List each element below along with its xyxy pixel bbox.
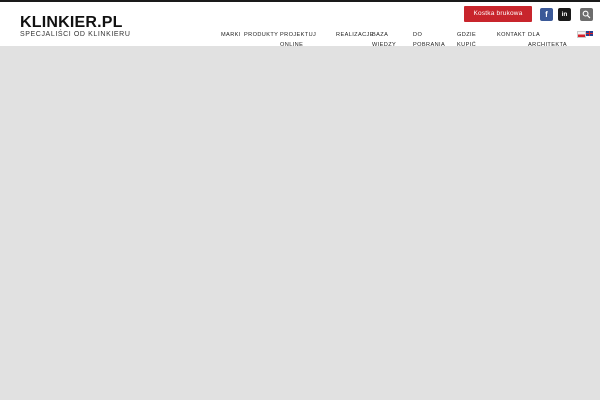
site-logo[interactable]: KLINKIER.PL: [20, 15, 123, 31]
poland-flag-icon[interactable]: [577, 31, 586, 38]
kostka-brukowa-button[interactable]: Kostka brukowa: [464, 6, 532, 22]
nav-item-marki[interactable]: Marki: [221, 30, 241, 40]
site-header: KLINKIER.PL SPECJALIŚCI OD KLINKIERU Kos…: [0, 2, 600, 48]
site-tagline: SPECJALIŚCI OD KLINKIERU: [20, 31, 131, 38]
facebook-icon[interactable]: f: [540, 8, 553, 21]
search-icon[interactable]: [580, 8, 593, 21]
main-content-area: [0, 46, 600, 400]
nav-item-produkty[interactable]: Produkty: [244, 30, 278, 40]
nav-item-kontakt[interactable]: Kontakt: [497, 30, 526, 40]
linkedin-icon[interactable]: in: [558, 8, 571, 21]
nav-item-realizacje[interactable]: Realizacje: [336, 30, 374, 40]
uk-flag-icon[interactable]: [586, 31, 593, 36]
